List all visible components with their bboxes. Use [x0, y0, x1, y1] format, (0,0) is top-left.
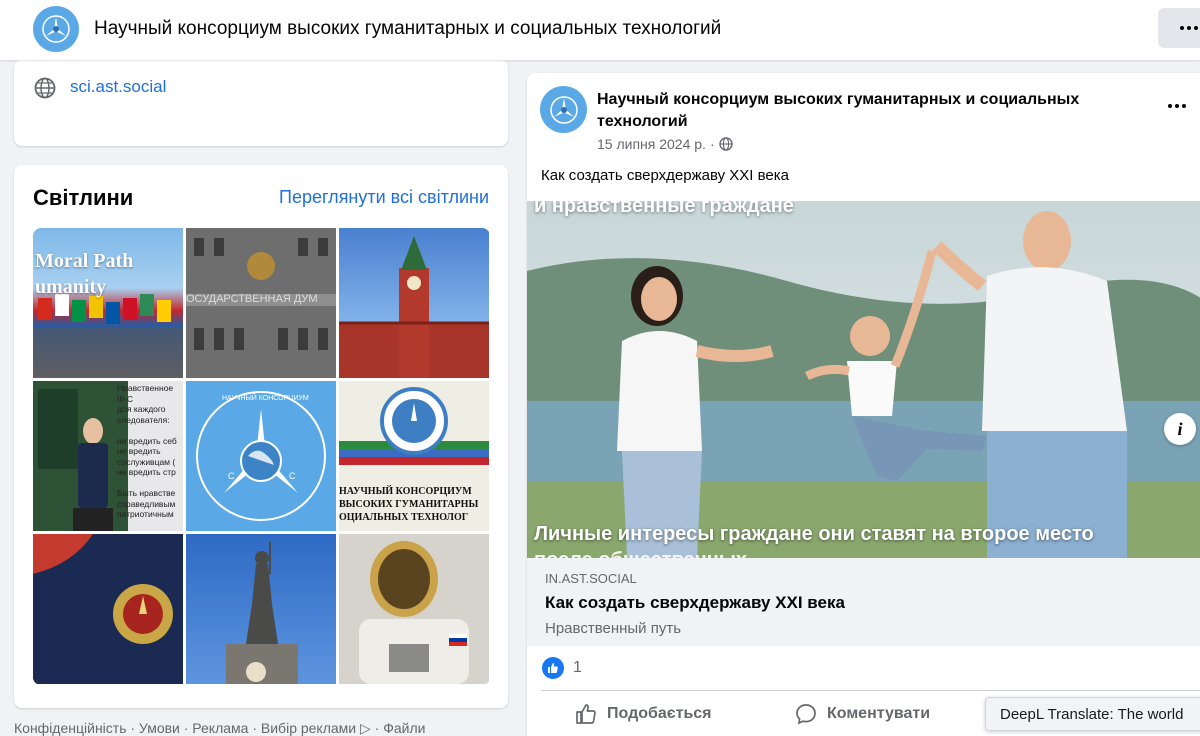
uniform-image	[33, 534, 183, 684]
link-subtitle: Нравственный путь	[545, 620, 682, 637]
astronaut-image	[339, 534, 489, 684]
photo-tile-lecture[interactable]: Нравственное III-С для каждого следовате…	[33, 381, 183, 531]
photo-tile-duma[interactable]: ОСУДАРСТВЕННАЯ ДУМ	[186, 228, 336, 378]
like-label: Подобається	[607, 705, 712, 722]
link-title: Как создать сверхдержаву XXI века	[545, 593, 845, 612]
see-all-photos-link[interactable]: Переглянути всі світлини	[279, 187, 489, 208]
comment-label: Коментувати	[827, 705, 931, 722]
photo-tile-emblem[interactable]: С С НАУЧНЫЙ КОНСОРЦИУМ	[186, 381, 336, 531]
more-icon	[1180, 26, 1198, 30]
page-logo[interactable]	[33, 6, 79, 52]
comment-button[interactable]: Коментувати	[795, 703, 930, 725]
photo-caption: Moral Path umanity	[35, 250, 134, 298]
photos-heading: Світлини	[33, 185, 134, 210]
reaction-count: 1	[573, 659, 582, 676]
info-icon[interactable]: i	[1164, 413, 1196, 445]
image-overlay-text-bottom: Личные интересы граждане они ставят на в…	[534, 523, 1094, 545]
post-more-button[interactable]	[1168, 104, 1186, 108]
photo-tile-kremlin[interactable]	[339, 228, 489, 378]
photo-caption: НАУЧНЫЙ КОНСОРЦИУМ	[222, 395, 309, 402]
reaction-summary[interactable]: 1	[542, 657, 582, 679]
page-title: Научный консорциум высоких гуманитарных …	[94, 18, 722, 39]
photos-grid: Moral Path umanity ОСУДАРСТВЕННАЯ ДУМ Нр…	[33, 228, 490, 685]
emblem-image: С С	[196, 391, 326, 521]
action-divider	[541, 690, 1200, 691]
tower-image	[339, 236, 489, 378]
link-preview[interactable]: IN.AST.SOCIAL Как создать сверхдержаву X…	[527, 558, 1200, 646]
svg-text:С: С	[228, 471, 235, 481]
globe-icon	[34, 77, 56, 99]
intro-card: sci.ast.social	[14, 60, 508, 146]
svg-text:С: С	[289, 471, 296, 481]
deepl-translate-popup[interactable]: DeepL Translate: The world	[985, 697, 1200, 731]
photo-tile-flags[interactable]: Moral Path umanity	[33, 228, 183, 378]
thumbs-up-icon	[576, 704, 596, 724]
image-overlay-text-bottom-2: после общественных	[534, 549, 747, 558]
photo-caption: ОСУДАРСТВЕННАЯ ДУМ	[186, 293, 318, 305]
header-more-button[interactable]	[1158, 8, 1200, 48]
link-domain: IN.AST.SOCIAL	[545, 571, 637, 586]
photo-tile-astronaut[interactable]	[339, 534, 489, 684]
meta-separator: ·	[709, 136, 715, 152]
statue-image	[226, 542, 298, 684]
photo-tile-emblem-flag[interactable]: НАУЧНЫЙ КОНСОРЦИУМ ВЫСОКИХ ГУМАНИТАРНЫ О…	[339, 381, 489, 531]
footer-links[interactable]: Конфіденційність · Умови · Реклама · Виб…	[14, 720, 425, 736]
compass-logo-icon	[549, 95, 578, 124]
photos-card: Світлини Переглянути всі світлини Moral …	[14, 165, 508, 708]
compass-logo-icon	[42, 15, 70, 43]
photo-tile-statue[interactable]	[186, 534, 336, 684]
photo-tile-uniform[interactable]	[33, 534, 183, 684]
website-link[interactable]: sci.ast.social	[70, 77, 166, 97]
image-overlay-text-top: и нравственные граждане	[534, 201, 794, 217]
page-header: Научный консорциум высоких гуманитарных …	[0, 0, 1200, 60]
photo-caption: НАУЧНЫЙ КОНСОРЦИУМ ВЫСОКИХ ГУМАНИТАРНЫ О…	[339, 486, 479, 523]
post-link-image[interactable]: и нравственные граждане Личные интересы …	[527, 201, 1200, 558]
post-card: Научный консорциум высоких гуманитарных …	[527, 73, 1200, 736]
like-reaction-icon	[542, 657, 564, 679]
photo-caption: Нравственное III-С для каждого следовате…	[117, 383, 177, 519]
family-photo	[527, 201, 1200, 558]
like-button[interactable]: Подобається	[575, 703, 712, 725]
post-author-avatar[interactable]	[540, 86, 587, 133]
post-meta: 15 липня 2024 р. ·	[597, 136, 733, 152]
public-globe-icon	[718, 137, 733, 151]
post-text: Как создать сверхдержаву XXI века	[541, 167, 789, 184]
comment-icon	[796, 704, 816, 725]
more-icon	[1168, 104, 1186, 108]
post-author-name[interactable]: Научный консорциум высоких гуманитарных …	[597, 89, 1157, 133]
post-date[interactable]: 15 липня 2024 р.	[597, 136, 706, 152]
